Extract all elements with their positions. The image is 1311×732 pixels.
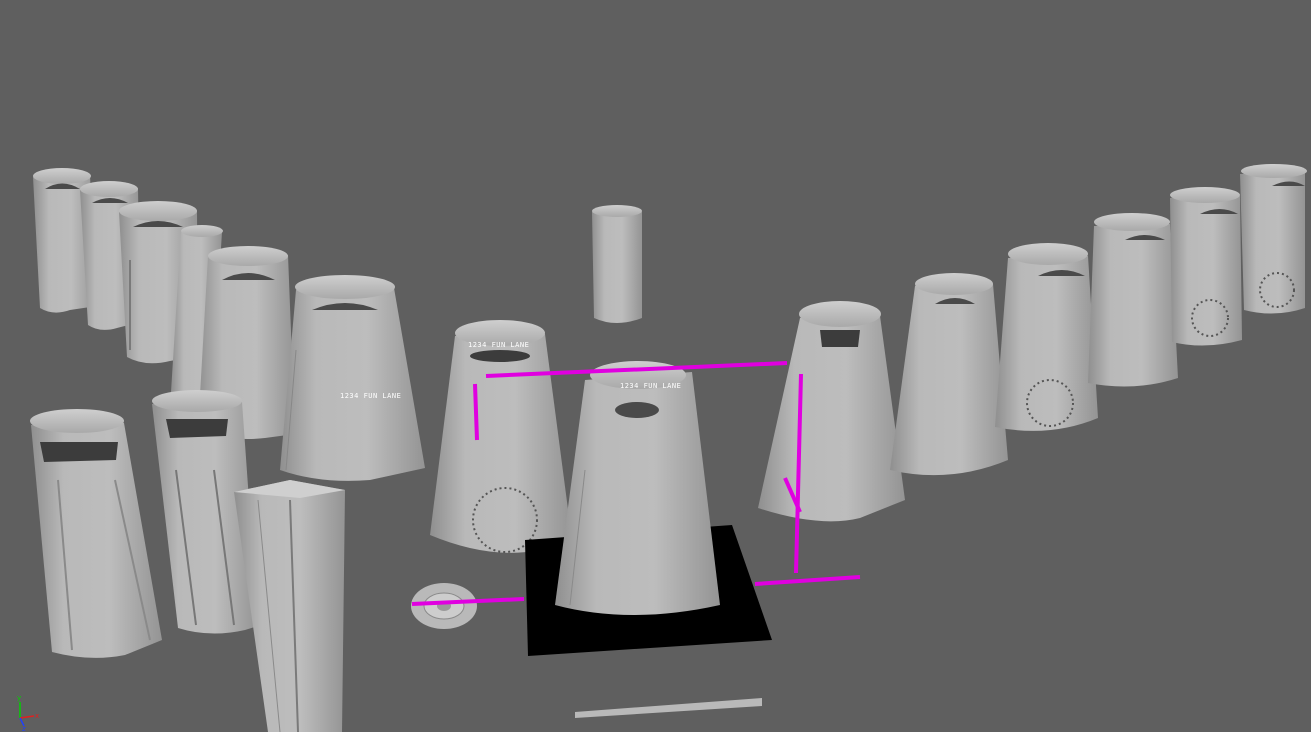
bin-cone-right-3[interactable] — [995, 243, 1098, 431]
engraved-address-text-2: 1234 FUN LANE — [468, 341, 529, 349]
bin-cylinder-right-6[interactable] — [1240, 164, 1307, 314]
bin-cone-right-2[interactable] — [890, 273, 1008, 476]
bin-cylinder-right-5[interactable] — [1170, 187, 1242, 346]
axis-y-label: y — [17, 694, 21, 702]
bin-cone-right-1[interactable] — [758, 301, 905, 522]
axis-gizmo: y x z — [17, 694, 39, 732]
scene-canvas[interactable]: 1234 FUN LANE 1234 FUN LANE 1234 FUN LAN… — [0, 0, 1311, 732]
bin-small-floating[interactable] — [592, 205, 642, 323]
engraved-address-text: 1234 FUN LANE — [340, 392, 401, 400]
engraved-address-text-3: 1234 FUN LANE — [620, 382, 681, 390]
bin-cone-left-6[interactable]: 1234 FUN LANE — [280, 275, 425, 481]
3d-viewport[interactable]: 1234 FUN LANE 1234 FUN LANE 1234 FUN LAN… — [0, 0, 1311, 732]
axis-x-label: x — [35, 712, 39, 720]
axis-z-label: z — [22, 725, 26, 732]
floor-rod[interactable] — [575, 698, 762, 718]
disk-part[interactable] — [411, 583, 477, 629]
bin-cylinder-front-1[interactable] — [30, 409, 162, 658]
bin-cone-center-left[interactable]: 1234 FUN LANE — [430, 320, 572, 553]
bin-cone-right-4[interactable] — [1088, 213, 1178, 387]
bin-cone-main-selected[interactable]: 1234 FUN LANE — [555, 361, 720, 615]
bin-open-front-3[interactable] — [234, 480, 345, 732]
